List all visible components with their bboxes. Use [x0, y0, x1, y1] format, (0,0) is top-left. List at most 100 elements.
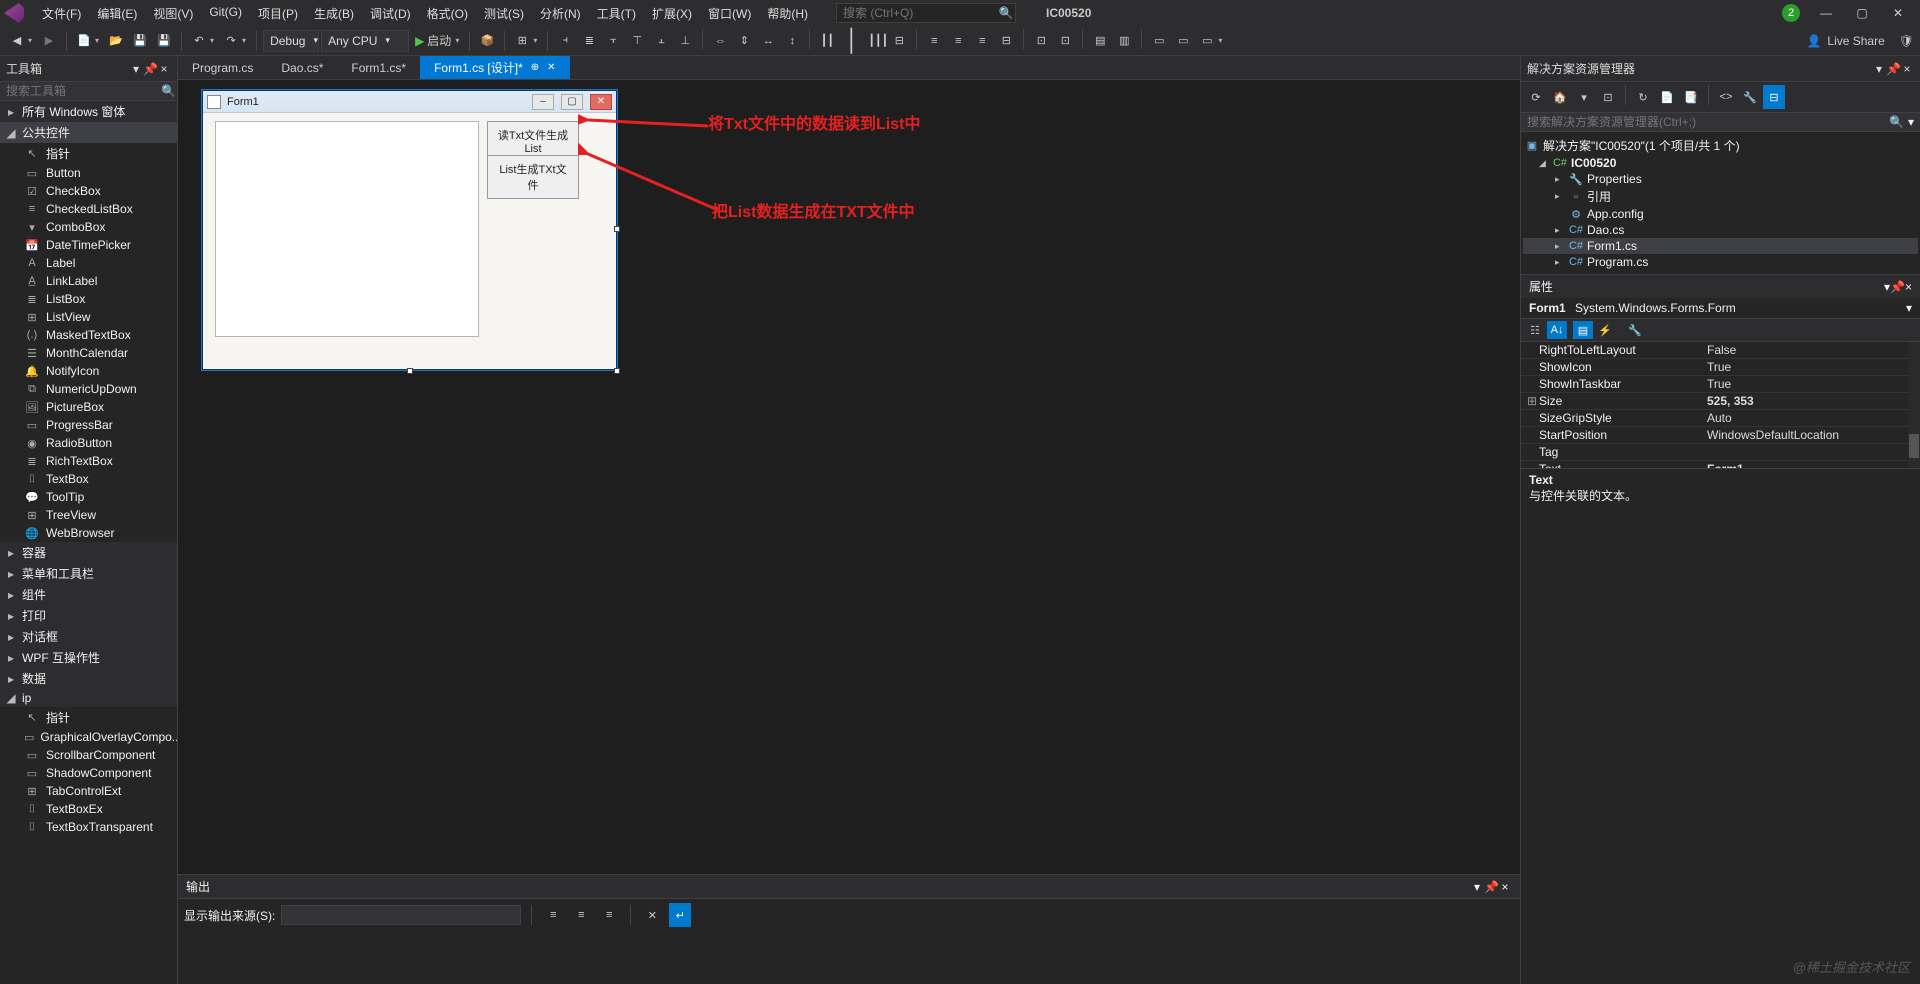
toolbox-group[interactable]: ▸组件	[0, 584, 177, 605]
align-btn[interactable]: ⫠	[650, 29, 672, 53]
property-row[interactable]: TextForm1	[1521, 461, 1920, 468]
property-row[interactable]: ShowInTaskbarTrue	[1521, 376, 1920, 393]
new-item-button[interactable]: 📄▾	[73, 29, 103, 53]
solution-node[interactable]: ▸C#Form1.cs	[1523, 238, 1918, 254]
toolbox-item[interactable]: (.)MaskedTextBox	[0, 326, 177, 344]
pin-icon[interactable]: 📌	[1890, 280, 1905, 294]
output-source-combo[interactable]	[281, 905, 521, 925]
align-btn[interactable]: ≣	[578, 29, 600, 53]
editor-tab[interactable]: Dao.cs*	[267, 56, 337, 79]
vspace-btn[interactable]: ≡	[971, 29, 993, 53]
property-value[interactable]: WindowsDefaultLocation	[1701, 427, 1920, 443]
hspace-btn[interactable]: ┃┃┃	[864, 29, 886, 53]
menu-item[interactable]: 生成(B)	[306, 1, 362, 26]
chevron-right-icon[interactable]: ▸	[1555, 225, 1565, 236]
chevron-right-icon[interactable]: ▸	[1555, 174, 1565, 185]
sol-tool-btn[interactable]: ⊟	[1763, 85, 1785, 109]
editor-tab[interactable]: Form1.cs [设计]*⊕✕	[420, 56, 569, 79]
form-window[interactable]: ▭ Form1 – ▢ ✕ 读Txt文件生成List List生成TXt文件	[202, 90, 617, 370]
notification-badge[interactable]: 2	[1782, 4, 1800, 22]
global-search[interactable]: 🔍	[836, 3, 1016, 23]
toolbox-item[interactable]: 📅DateTimePicker	[0, 236, 177, 254]
toolbox-item[interactable]: ⊞TabControlExt	[0, 782, 177, 800]
maximize-button[interactable]: ▢	[1844, 0, 1880, 26]
chevron-right-icon[interactable]: ▸	[1555, 241, 1565, 252]
open-file-button[interactable]: 📂	[105, 29, 127, 53]
chevron-right-icon[interactable]: ▸	[6, 672, 16, 686]
property-row[interactable]: Tag	[1521, 444, 1920, 461]
pin-icon[interactable]: 📌	[1484, 880, 1498, 894]
liveshare-icon[interactable]: 👤	[1806, 34, 1821, 48]
vspace-btn[interactable]: ⊟	[995, 29, 1017, 53]
dropdown-icon[interactable]: ▾	[1470, 880, 1484, 894]
center-btn[interactable]: ⊡	[1030, 29, 1052, 53]
toolbox-item[interactable]: ⌷TextBoxTransparent	[0, 818, 177, 836]
toolbox-group[interactable]: ▸对话框	[0, 626, 177, 647]
close-icon[interactable]: ×	[157, 62, 171, 76]
chevron-right-icon[interactable]: ▸	[6, 567, 16, 581]
toolbox-item[interactable]: A̲LinkLabel	[0, 272, 177, 290]
solution-node[interactable]: ▸C#Program.cs	[1523, 254, 1918, 270]
redo-button[interactable]: ↷▾	[220, 29, 250, 53]
toolbox-item[interactable]: 🖼PictureBox	[0, 398, 177, 416]
menu-item[interactable]: 帮助(H)	[759, 1, 816, 26]
solution-root[interactable]: ▣ 解决方案"IC00520"(1 个项目/共 1 个)	[1523, 136, 1918, 155]
form-max-button[interactable]: ▢	[561, 94, 583, 110]
property-row[interactable]: SizeGripStyleAuto	[1521, 410, 1920, 427]
form-designer[interactable]: ▭ Form1 – ▢ ✕ 读Txt文件生成List List生成TXt文件	[178, 80, 1520, 874]
close-button[interactable]: ✕	[1880, 0, 1916, 26]
chevron-right-icon[interactable]: ▸	[1555, 191, 1565, 202]
button-write-txt[interactable]: List生成TXt文件	[487, 155, 579, 199]
nav-back-button[interactable]: ◀▾	[6, 29, 36, 53]
solution-node[interactable]: ▸🔧Properties	[1523, 171, 1918, 187]
toolbox-item[interactable]: ≣RichTextBox	[0, 452, 177, 470]
misc-btn[interactable]: ▭▾	[1196, 29, 1226, 53]
menu-item[interactable]: 调试(D)	[362, 1, 419, 26]
solution-node[interactable]: ▸C#Dao.cs	[1523, 222, 1918, 238]
toolbox-search-input[interactable]	[6, 84, 161, 98]
solution-node[interactable]: ⚙App.config	[1523, 206, 1918, 222]
platform-combo[interactable]: Any CPU	[321, 30, 409, 52]
undo-button[interactable]: ↶▾	[188, 29, 218, 53]
output-tool-btn[interactable]: ≡	[570, 903, 592, 927]
chevron-down-icon[interactable]: ◢	[6, 126, 16, 140]
tool-btn-2[interactable]: ⊞▾	[511, 29, 541, 53]
toolbox-group[interactable]: ▸WPF 互操作性	[0, 647, 177, 668]
pin-icon[interactable]: ⊕	[531, 62, 539, 73]
sol-tool-btn[interactable]: ⊡	[1597, 85, 1619, 109]
menu-item[interactable]: 扩展(X)	[644, 1, 700, 26]
sol-tool-btn[interactable]: 📄	[1656, 85, 1678, 109]
editor-tab[interactable]: Program.cs	[178, 56, 267, 79]
toolbox-item[interactable]: ⌷TextBoxEx	[0, 800, 177, 818]
selection-handle[interactable]	[614, 368, 620, 374]
toolbox-item[interactable]: ⊞ListView	[0, 308, 177, 326]
sol-tool-btn[interactable]: 🔧	[1739, 85, 1761, 109]
minimize-button[interactable]: —	[1808, 0, 1844, 26]
dropdown-icon[interactable]: ▾	[129, 62, 143, 76]
menu-item[interactable]: 测试(S)	[476, 1, 532, 26]
save-button[interactable]: 💾	[129, 29, 151, 53]
chevron-right-icon[interactable]: ▸	[6, 105, 16, 119]
property-row[interactable]: StartPositionWindowsDefaultLocation	[1521, 427, 1920, 444]
output-tool-btn[interactable]: ≡	[598, 903, 620, 927]
chevron-right-icon[interactable]: ▸	[6, 546, 16, 560]
chevron-right-icon[interactable]: ▸	[1555, 257, 1565, 268]
search-icon[interactable]: 🔍	[161, 84, 176, 98]
tool-btn-1[interactable]: 📦	[476, 29, 498, 53]
menu-item[interactable]: 项目(P)	[250, 1, 306, 26]
properties-object-combo[interactable]: Form1 System.Windows.Forms.Form ▾	[1521, 298, 1920, 319]
listview-control[interactable]	[215, 121, 479, 337]
config-combo[interactable]: Debug	[263, 30, 319, 52]
toolbox-item[interactable]: ▭ProgressBar	[0, 416, 177, 434]
chevron-down-icon[interactable]: ▾	[1906, 301, 1912, 315]
sol-tool-btn[interactable]: ▾	[1573, 85, 1595, 109]
prop-tool-btn[interactable]: 🔧	[1625, 321, 1645, 339]
sol-tool-btn[interactable]: ⟳	[1525, 85, 1547, 109]
nav-fwd-button[interactable]: ▶	[38, 29, 60, 53]
toolbox-item[interactable]: ≡CheckedListBox	[0, 200, 177, 218]
hspace-btn[interactable]: ┃ ┃	[840, 29, 862, 53]
close-icon[interactable]: ✕	[547, 62, 555, 73]
space-btn[interactable]: ↕	[781, 29, 803, 53]
property-value[interactable]: 525, 353	[1701, 393, 1920, 409]
space-btn[interactable]: ↔	[757, 29, 779, 53]
